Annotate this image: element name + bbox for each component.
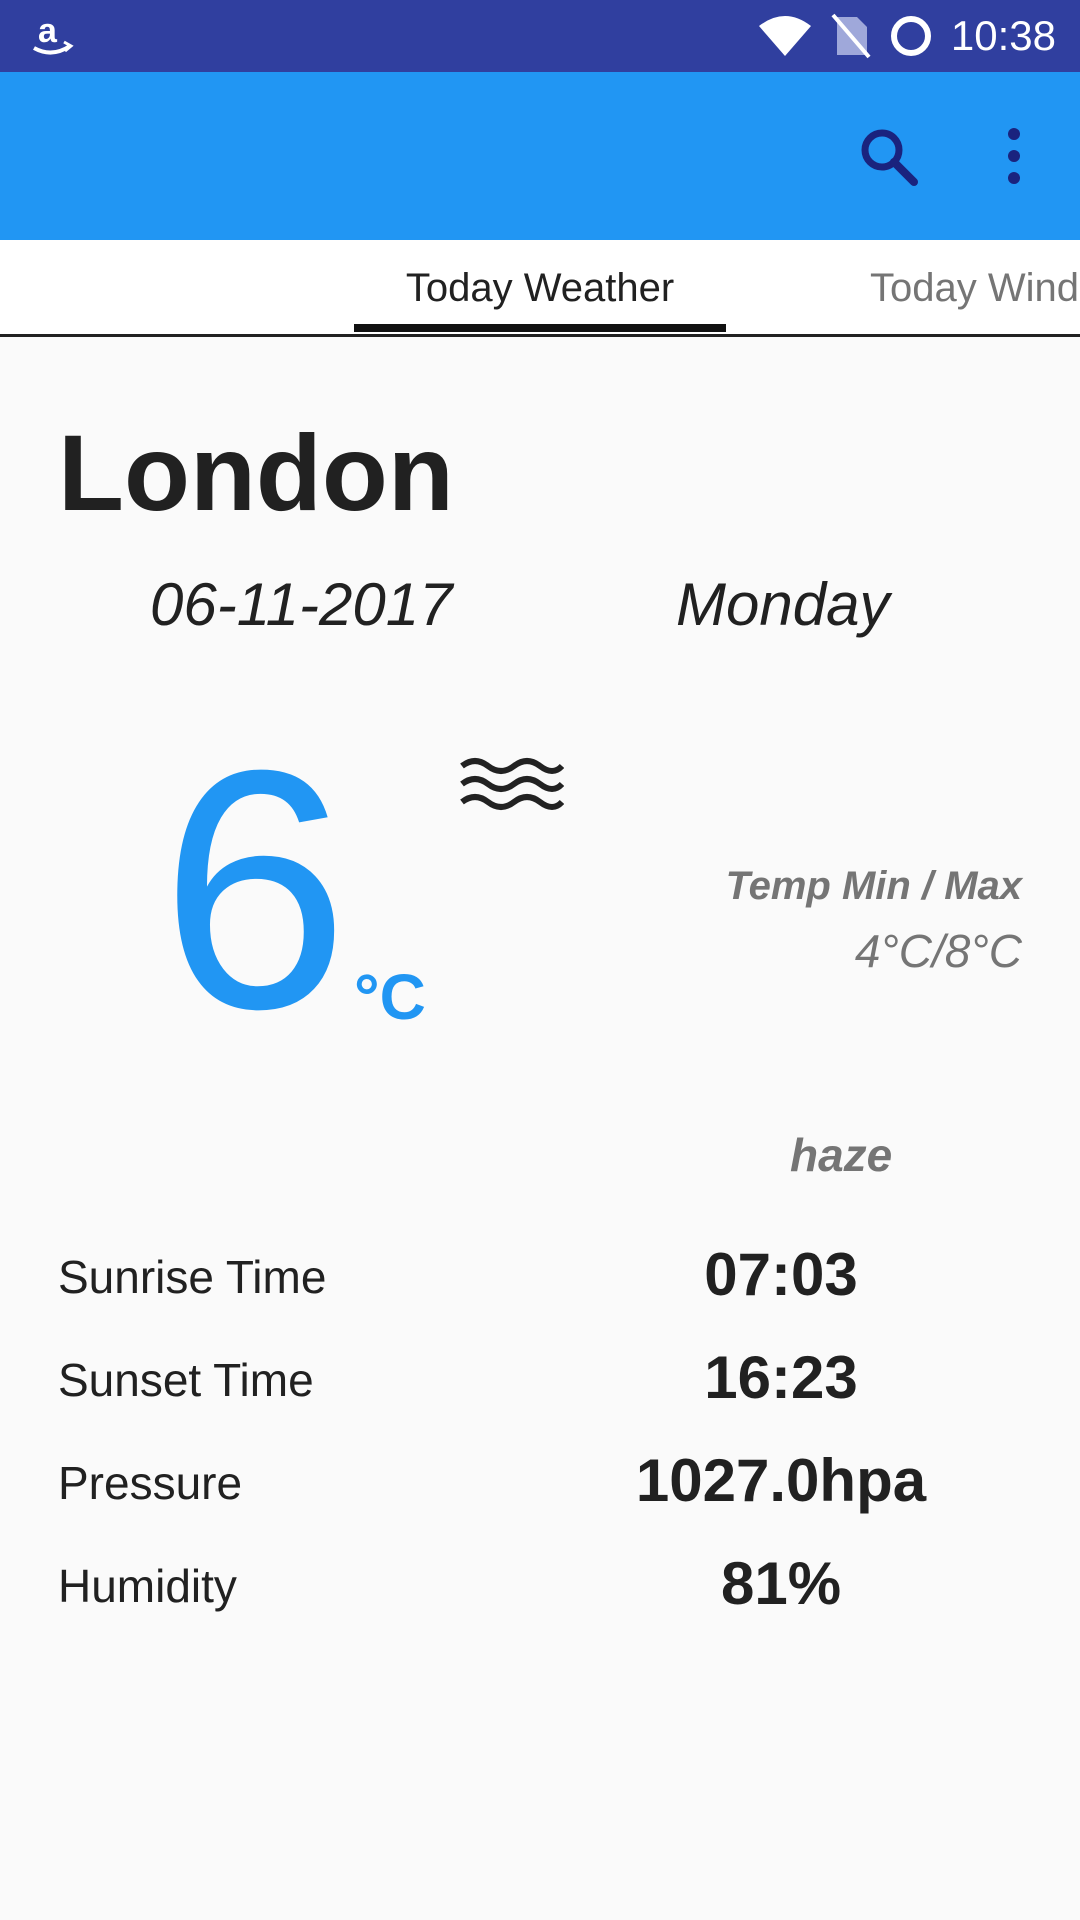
tab-today-wind[interactable]: Today Wind — [870, 266, 1079, 311]
search-icon[interactable] — [856, 124, 920, 188]
svg-text:a: a — [38, 12, 58, 50]
tab-today-weather[interactable]: Today Weather — [354, 266, 726, 311]
sync-circle-icon — [890, 16, 931, 56]
haze-icon — [460, 758, 564, 810]
humidity-value: 81% — [720, 1550, 842, 1617]
weekday-text: Monday — [676, 571, 890, 638]
amazon-icon: a — [33, 12, 74, 55]
tab-indicator — [354, 324, 726, 332]
temperature-unit: °C — [354, 961, 426, 1033]
pressure-label: Pressure — [58, 1457, 243, 1509]
pressure-value: 1027.0hpa — [635, 1447, 927, 1514]
status-time: 10:38 — [950, 12, 1056, 59]
overflow-menu-icon[interactable] — [998, 124, 1030, 188]
status-bar: a 10:38 — [0, 0, 1080, 72]
sunset-label: Sunset Time — [58, 1354, 314, 1406]
app-bar — [0, 72, 1080, 240]
temp-minmax-value: 4°C/8°C — [854, 925, 1022, 977]
tab-bar: Today Weather Today Wind — [0, 240, 1080, 337]
sunrise-label: Sunrise Time — [58, 1251, 327, 1303]
wifi-icon — [758, 16, 811, 56]
no-sim-icon — [831, 13, 871, 59]
temp-minmax-label: Temp Min / Max — [725, 864, 1022, 908]
sunrise-value: 07:03 — [704, 1241, 858, 1308]
date-text: 06-11-2017 — [150, 571, 453, 638]
humidity-label: Humidity — [58, 1560, 237, 1612]
weather-condition: haze — [790, 1129, 893, 1181]
city-name: London — [58, 412, 454, 533]
sunset-value: 16:23 — [704, 1344, 858, 1411]
temperature-value: 6 — [160, 700, 350, 1080]
